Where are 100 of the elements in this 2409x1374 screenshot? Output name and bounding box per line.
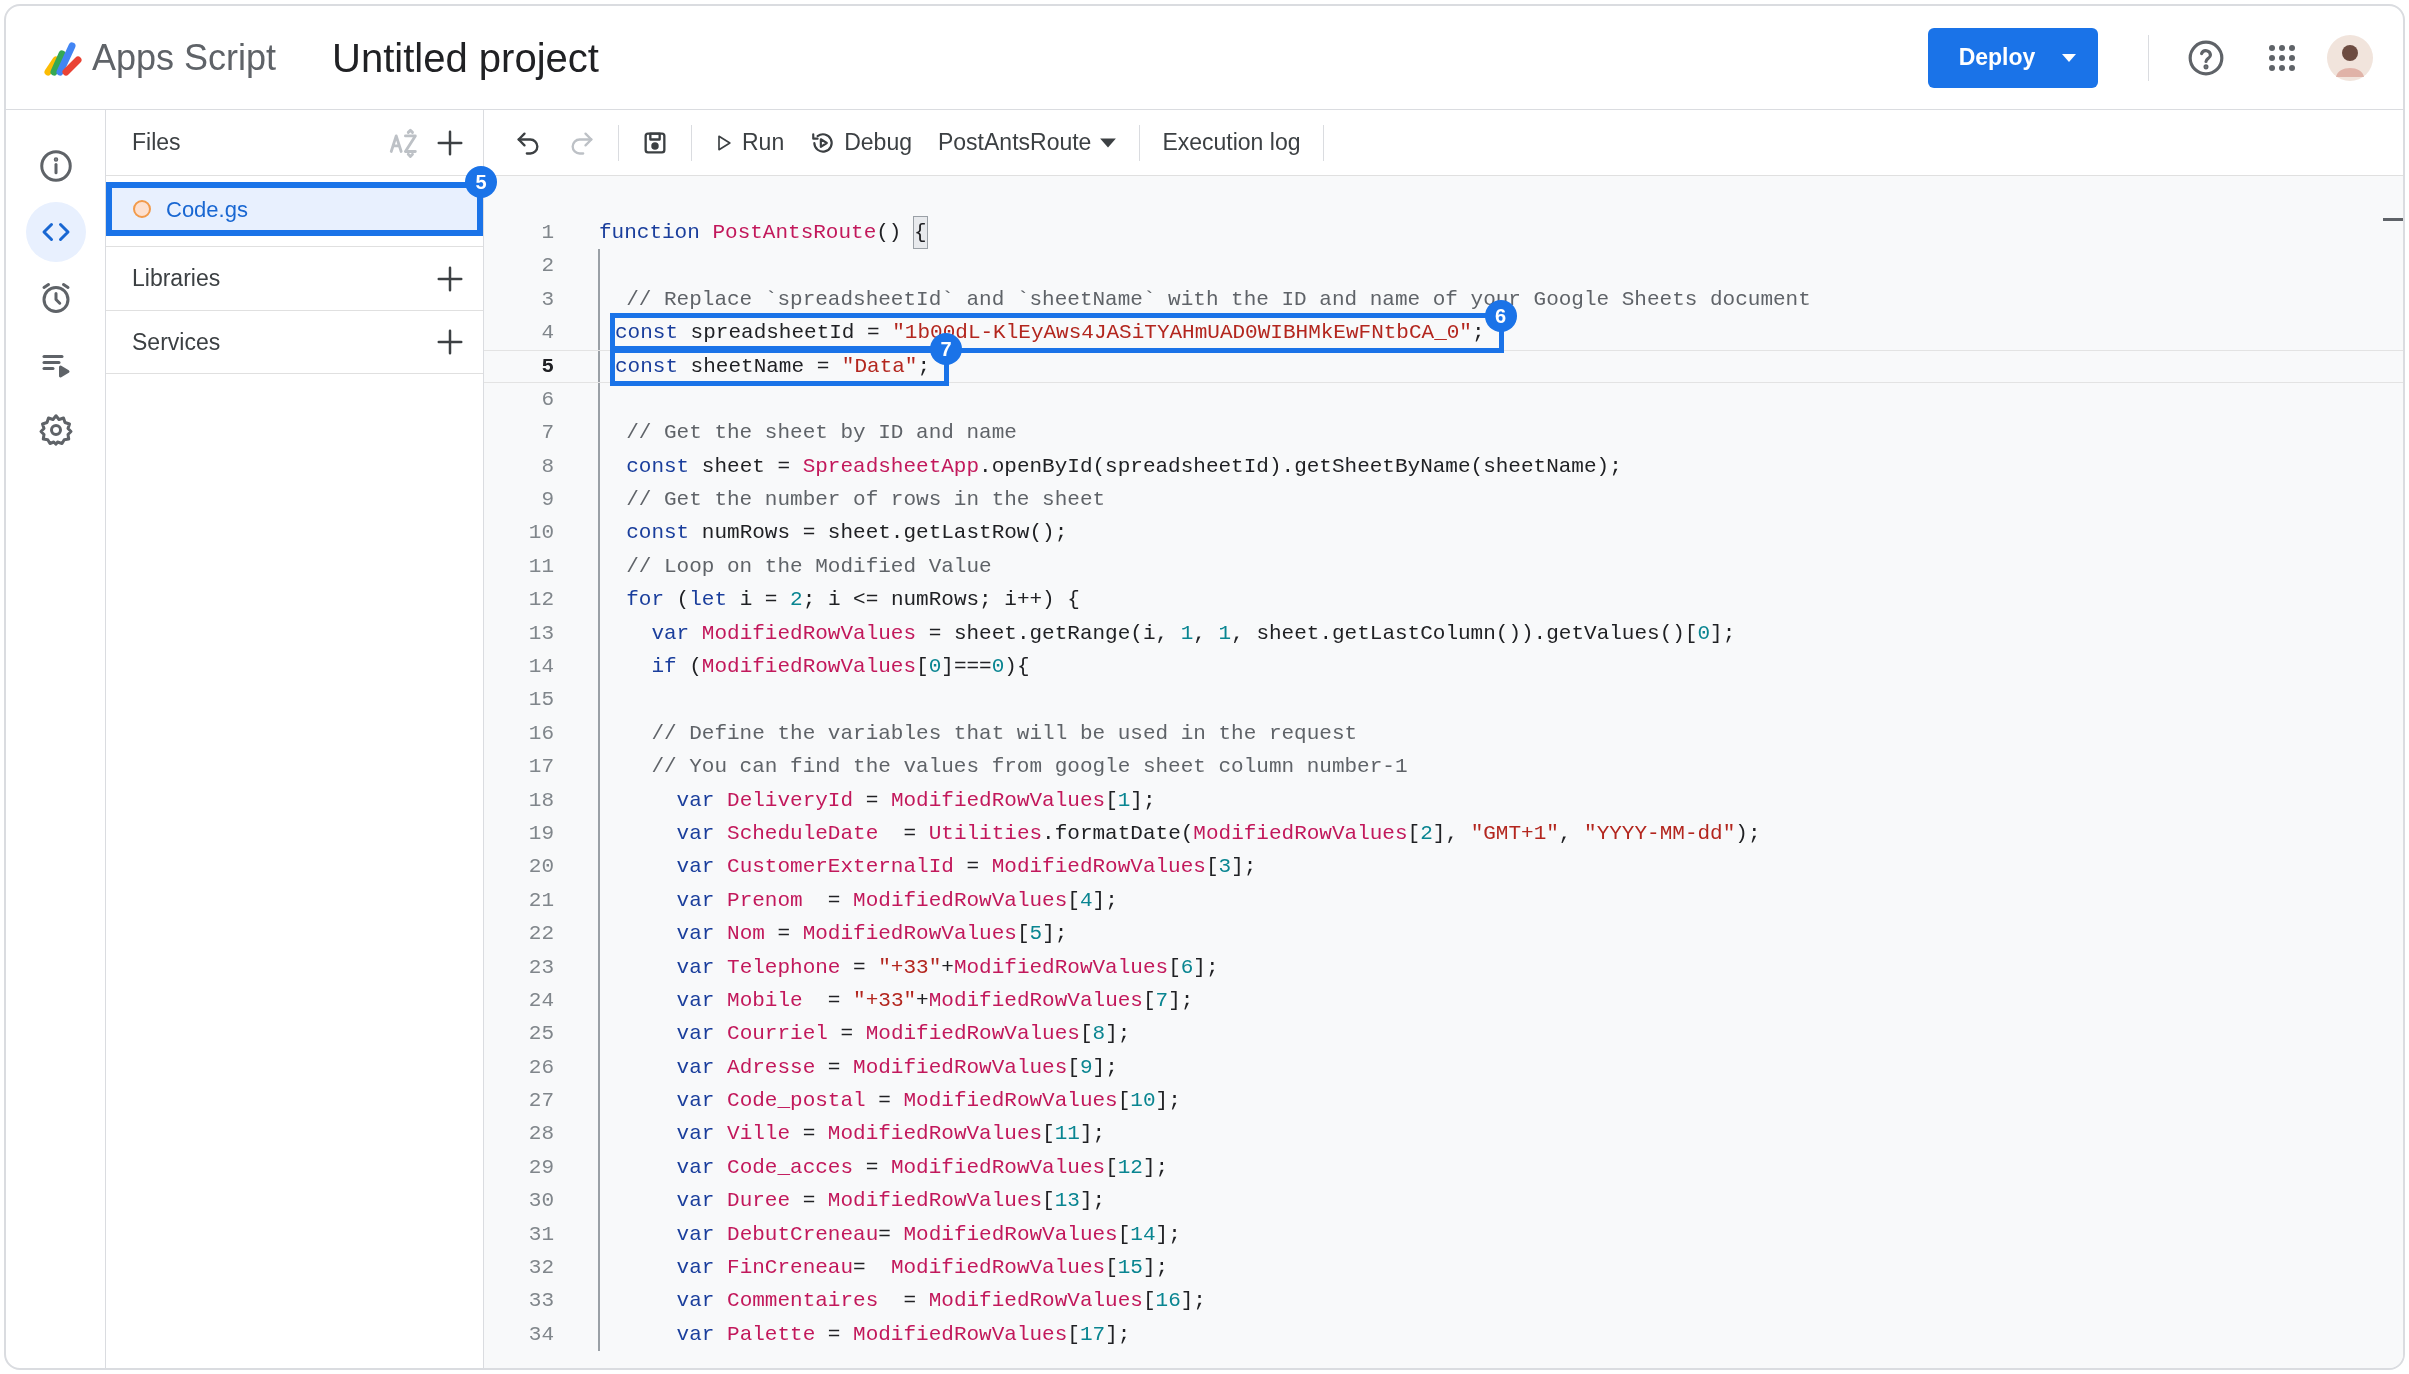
code-token: "+33" — [878, 954, 942, 981]
settings-icon[interactable] — [37, 412, 74, 448]
avatar-icon[interactable] — [2327, 34, 2373, 81]
code-token: ]; — [1092, 887, 1118, 914]
line-number: 28 — [527, 1121, 554, 1148]
code-token: 14 — [1130, 1221, 1156, 1248]
line-number: 10 — [527, 520, 554, 547]
code-token: 17 — [1079, 1321, 1106, 1348]
code-token: = — [826, 1054, 842, 1081]
code-token: let — [689, 587, 728, 614]
code-token: = — [801, 1121, 817, 1148]
code-token: 1 — [1117, 787, 1131, 814]
code-token: 5 — [1029, 921, 1043, 948]
code-token: , — [1558, 820, 1573, 847]
code-token: ( — [688, 654, 702, 680]
function-dropdown[interactable]: PostAntsRoute — [928, 119, 1128, 166]
code-token: ]; — [1142, 1255, 1169, 1282]
code-token: if — [650, 654, 677, 680]
code-token: Duree — [727, 1188, 791, 1215]
code-token: ModifiedRowValues — [890, 1154, 1106, 1181]
code-token: ]; — [1168, 987, 1194, 1014]
apps-grid-icon[interactable] — [2267, 42, 2297, 73]
code-token: = — [826, 987, 842, 1014]
code-token: = — [878, 1221, 892, 1248]
line-number: 25 — [527, 1021, 554, 1048]
code-token: var — [675, 987, 716, 1014]
code-token: 1 — [1180, 620, 1194, 647]
section-heading: Libraries — [132, 264, 221, 294]
code-token: Mobile — [727, 987, 803, 1014]
code-token: 2 — [1420, 820, 1433, 847]
line-number: 8 — [540, 453, 554, 480]
line-number: 7 — [540, 420, 554, 447]
line-number: 2 — [540, 253, 554, 280]
line-number: 31 — [527, 1221, 554, 1248]
code-token: [ — [1067, 887, 1080, 914]
code-token: [ — [1142, 987, 1156, 1014]
code-token: ], — [1432, 820, 1460, 847]
help-icon[interactable] — [2187, 38, 2225, 77]
code-token: 16 — [1155, 1288, 1181, 1315]
line-number: 17 — [527, 754, 554, 781]
code-token: 1 — [1218, 620, 1232, 647]
code-token: ModifiedRowValues — [1193, 820, 1408, 847]
execution-log-button[interactable]: Execution log — [1152, 119, 1311, 166]
code-token: [ — [1105, 1154, 1118, 1181]
project-title[interactable]: Untitled project — [332, 27, 599, 88]
code-token: [ — [1117, 1088, 1131, 1115]
run-button[interactable]: Run — [704, 119, 795, 166]
code-token: ]; — [1105, 1021, 1131, 1048]
code-token: 8 — [1092, 1021, 1106, 1048]
line-number: 12 — [527, 587, 554, 614]
add-icon[interactable] — [435, 327, 465, 357]
code-token: ScheduleDate — [727, 820, 879, 847]
code-token: sheetName = — [689, 353, 831, 380]
line-number: 15 — [527, 687, 554, 714]
app-name: Apps Script — [92, 35, 277, 80]
code-token: var — [675, 1221, 716, 1248]
line-number: 26 — [527, 1054, 554, 1081]
code-token: [ — [916, 654, 929, 680]
code-token: { — [914, 216, 927, 249]
line-number: 13 — [527, 620, 554, 647]
line-number: 29 — [527, 1154, 554, 1181]
code-token: ModifiedRowValues — [928, 987, 1143, 1014]
line-number: 6 — [540, 386, 554, 413]
code-token: CustomerExternalId — [727, 854, 954, 881]
code-token: [ — [1105, 1255, 1118, 1282]
code-token: ModifiedRowValues — [701, 654, 917, 680]
code-token: // Get the sheet by ID and name — [625, 420, 1017, 447]
line-number: 33 — [527, 1288, 554, 1315]
code-token: ModifiedRowValues — [903, 1088, 1118, 1115]
code-token: 15 — [1117, 1255, 1143, 1282]
code-token: var — [650, 620, 691, 647]
code-token: ]; — [1130, 787, 1156, 814]
code-token: var — [675, 787, 716, 814]
file-name: Code.gs — [166, 195, 248, 224]
code-token: Prenom — [727, 887, 803, 914]
code-token: var — [675, 887, 716, 914]
code-token: "YYYY-MM-dd" — [1584, 820, 1736, 847]
code-token: [ — [1142, 1288, 1156, 1315]
code-token: ModifiedRowValues — [953, 954, 1169, 981]
code-token: PostAntsRoute — [712, 219, 877, 246]
code-token: () — [876, 219, 903, 246]
code-token: ]; — [1079, 1188, 1106, 1215]
code-token: var — [675, 1255, 716, 1282]
code-token: 11 — [1054, 1121, 1080, 1148]
line-number: 4 — [540, 320, 554, 347]
code-token: numRows = sheet.getLastRow(); — [700, 520, 1068, 547]
code-token: // Loop on the Modified Value — [625, 553, 992, 580]
code-token: ){ — [1004, 654, 1030, 680]
debug-button[interactable]: Debug — [800, 119, 922, 166]
code-token: "Data" — [841, 353, 918, 380]
info-icon[interactable] — [37, 148, 74, 184]
scrollbar-marker — [2383, 218, 2403, 221]
code-token: = sheet.getRange(i, — [927, 620, 1170, 647]
code-token: Code_postal — [727, 1088, 866, 1115]
deploy-button[interactable]: Deploy — [1928, 27, 2098, 88]
code-token: FinCreneau — [727, 1255, 854, 1282]
code-token: [ — [1042, 1188, 1055, 1215]
code-token: var — [675, 1321, 716, 1348]
code-token: [ — [1105, 787, 1118, 814]
code-token: 3 — [1218, 854, 1232, 881]
